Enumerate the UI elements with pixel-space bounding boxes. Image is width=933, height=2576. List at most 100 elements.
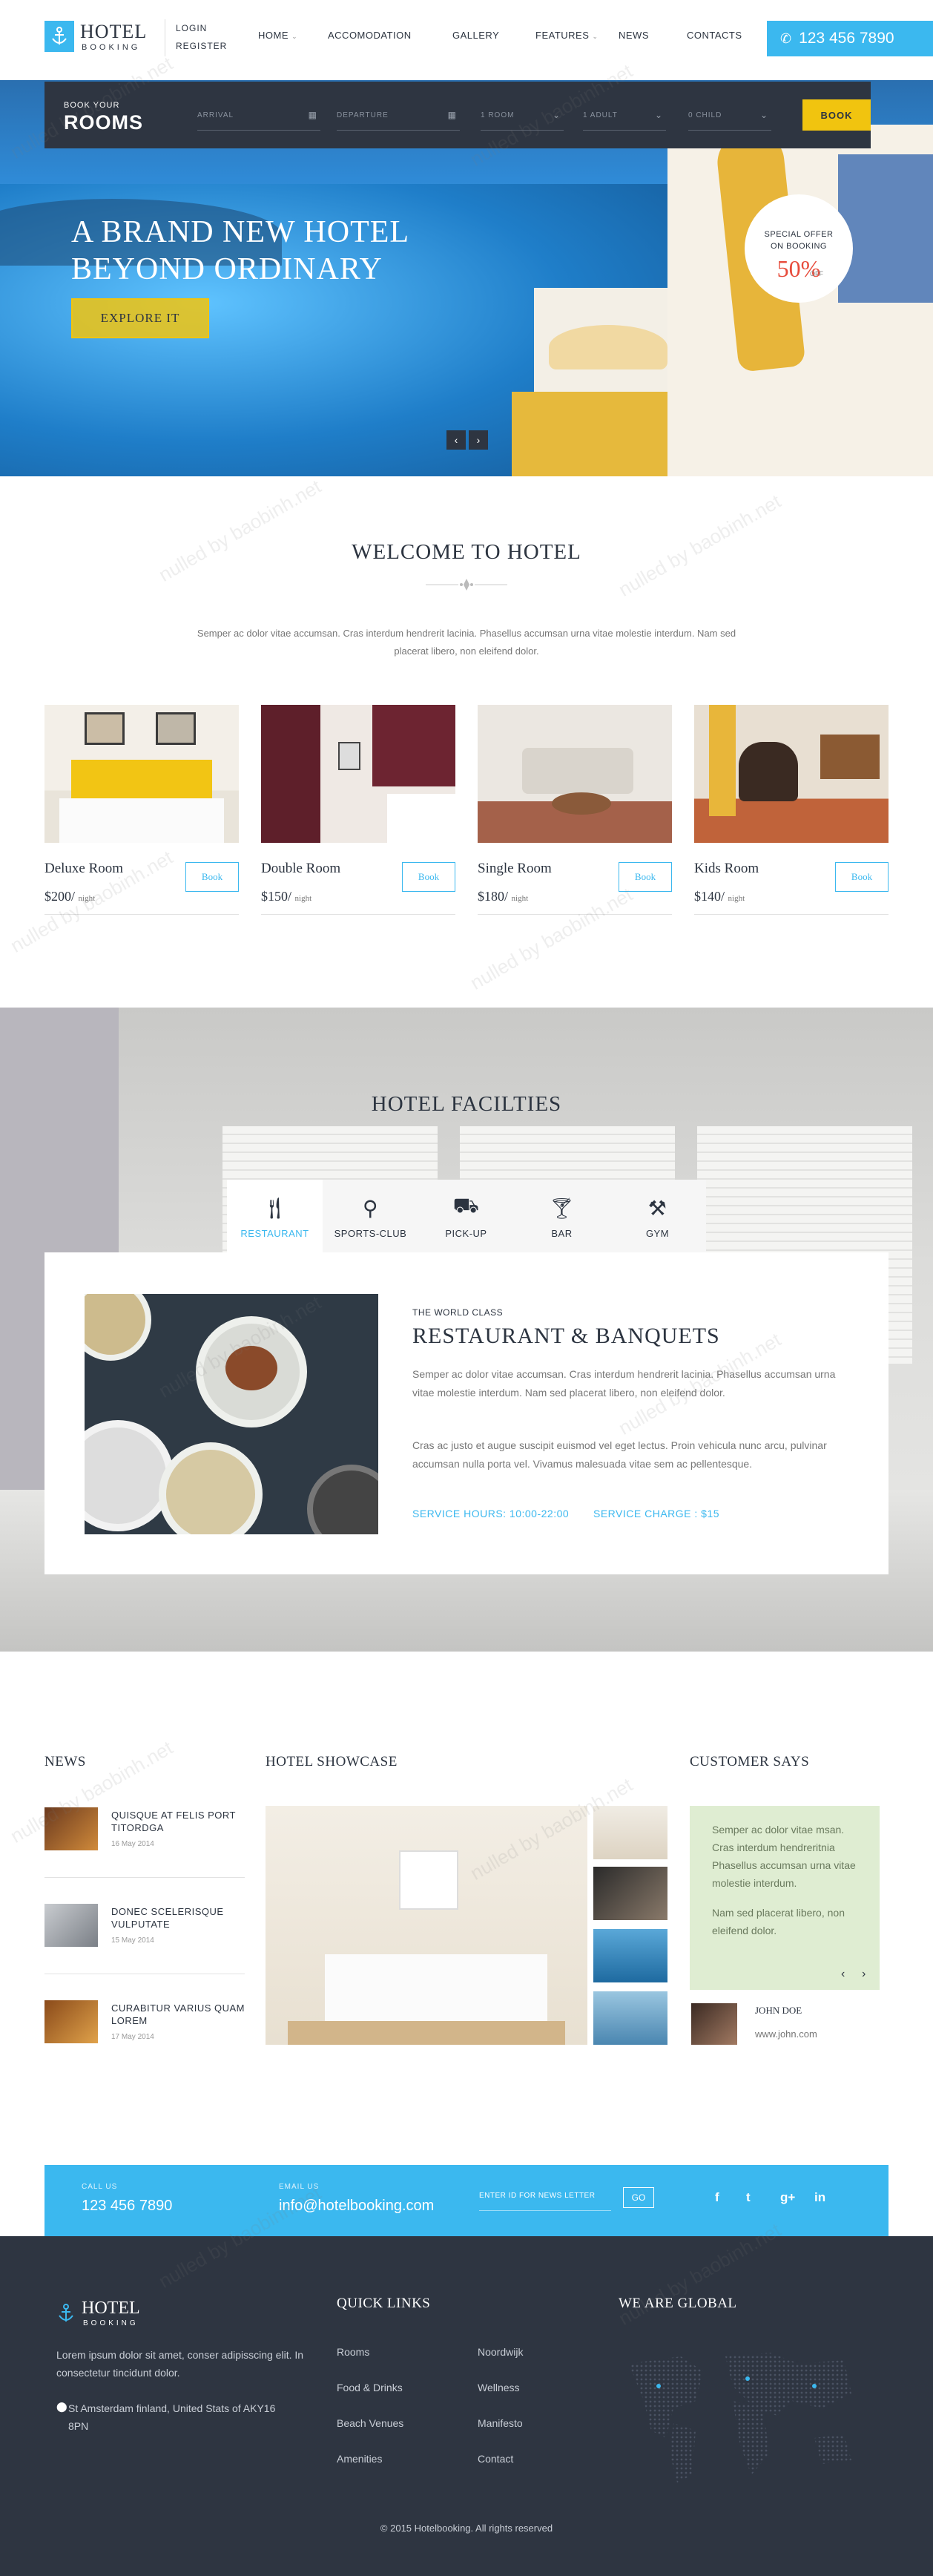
facility-paragraph: Semper ac dolor vitae accumsan. Cras int… <box>412 1368 836 1399</box>
book-room-button[interactable]: Book <box>402 862 455 892</box>
child-select[interactable]: 0 CHILD ⌄ <box>688 107 771 131</box>
nav-gallery[interactable]: GALLERY <box>452 30 535 41</box>
testimonial-prev-button[interactable]: ‹ <box>841 1968 845 1981</box>
newsletter-input[interactable]: ENTER ID FOR NEWS LETTER <box>479 2181 611 2211</box>
email-label: EMAIL US <box>279 2183 320 2191</box>
google-plus-icon[interactable]: g+ <box>780 2190 795 2205</box>
book-button[interactable]: BOOK <box>802 99 871 131</box>
testimonial-next-button[interactable]: › <box>862 1968 866 1981</box>
news-item-title: DONEC SCELERISQUE VULPUTATE <box>111 1906 224 1930</box>
call-value: 123 456 7890 <box>82 2198 173 2214</box>
nav-features[interactable]: FEATURES ⌄ <box>535 30 619 41</box>
room-price: $180/ night <box>478 889 528 904</box>
email-value[interactable]: info@hotelbooking.com <box>279 2198 434 2215</box>
showcase-main-image[interactable] <box>266 1806 587 2045</box>
footer-link[interactable]: Beach Venues <box>337 2417 403 2429</box>
news-item[interactable]: DONEC SCELERISQUE VULPUTATE 15 May 2014 <box>44 1904 245 1985</box>
phone-number: 123 456 7890 <box>799 30 894 47</box>
footer-link[interactable]: Wellness <box>478 2382 520 2393</box>
facebook-icon[interactable]: f <box>715 2190 719 2205</box>
login-link[interactable]: LOGIN <box>176 19 227 37</box>
showcase-title: HOTEL SHOWCASE <box>266 1754 398 1770</box>
adult-select[interactable]: 1 ADULT ⌄ <box>583 107 666 131</box>
room-price: $200/ night <box>44 889 95 904</box>
room-image[interactable] <box>261 705 455 843</box>
news-item[interactable]: CURABITUR VARIUS QUAM LOREM 17 May 2014 <box>44 2000 245 2082</box>
racket-icon: ⚲ <box>362 1197 378 1220</box>
divider <box>44 1877 245 1878</box>
room-card: Deluxe Room $200/ night Book <box>44 705 239 920</box>
booking-bar: BOOK YOUR ROOMS ARRIVAL ▦ DEPARTURE ▦ 1 RO… <box>44 82 871 148</box>
nav-home[interactable]: HOME ⌄ <box>258 30 328 41</box>
twitter-icon[interactable]: t <box>746 2190 751 2205</box>
tab-restaurant[interactable]: 🍴︎ RESTAURANT <box>227 1180 323 1252</box>
book-room-button[interactable]: Book <box>185 862 239 892</box>
footer-link[interactable]: Rooms <box>337 2346 369 2358</box>
testimonial-website[interactable]: www.john.com <box>755 2028 817 2040</box>
anchor-icon <box>59 2304 73 2322</box>
footer-address: St Amsterdam finland, United Stats of AK… <box>68 2402 276 2432</box>
footer-link[interactable]: Amenities <box>337 2453 382 2465</box>
anchor-icon <box>44 21 74 52</box>
room-price-unit: night <box>728 894 745 903</box>
global-title: WE ARE GLOBAL <box>619 2296 737 2311</box>
tab-sports-club[interactable]: ⚲ SPORTS-CLUB <box>323 1180 418 1252</box>
tab-gym[interactable]: ⚒ GYM <box>610 1180 705 1252</box>
tab-pick-up[interactable]: ⛟ PICK-UP <box>418 1180 514 1252</box>
room-image[interactable] <box>694 705 889 843</box>
news-item[interactable]: QUISQUE AT FELIS PORT TITORDGA 16 May 20… <box>44 1807 245 1889</box>
room-image[interactable] <box>44 705 239 843</box>
book-room-button[interactable]: Book <box>835 862 889 892</box>
facility-subtitle: THE WORLD CLASS <box>412 1307 504 1318</box>
tab-bar[interactable]: 🍸︎ BAR <box>514 1180 610 1252</box>
calendar-icon: ▦ <box>308 110 317 120</box>
explore-button[interactable]: EXPLORE IT <box>71 298 209 338</box>
showcase-thumbnail[interactable] <box>593 1929 667 1982</box>
car-icon: ⛟ <box>452 1194 480 1217</box>
nav-contacts[interactable]: CONTACTS <box>687 30 761 41</box>
logo-title: HOTEL <box>80 21 148 42</box>
book-room-button[interactable]: Book <box>619 862 672 892</box>
site-logo[interactable]: HOTEL BOOKING <box>44 21 163 56</box>
room-select[interactable]: 1 ROOM ⌄ <box>481 107 564 131</box>
logo-subtitle: BOOKING <box>82 43 141 52</box>
footer-link[interactable]: Manifesto <box>478 2417 523 2429</box>
showcase-thumbnail[interactable] <box>593 1867 667 1920</box>
linkedin-icon[interactable]: in <box>814 2190 825 2205</box>
slider-next-button[interactable]: › <box>469 430 488 450</box>
restaurant-image <box>85 1294 378 1534</box>
quick-links-title: QUICK LINKS <box>337 2296 431 2311</box>
testimonial-title: CUSTOMER SAYS <box>690 1754 810 1770</box>
footer-link[interactable]: Food & Drinks <box>337 2382 403 2393</box>
testimonial-card: Semper ac dolor vitae msan. Cras interdu… <box>690 1806 880 1990</box>
footer-link[interactable]: Contact <box>478 2453 513 2465</box>
slider-prev-button[interactable]: ‹ <box>446 430 466 450</box>
call-label: CALL US <box>82 2183 118 2191</box>
hero-parasol <box>549 325 667 369</box>
nav-accomodation[interactable]: ACCOMODATION <box>328 30 452 41</box>
chevron-down-icon: ⌄ <box>759 110 768 120</box>
footer-link[interactable]: Noordwijk <box>478 2346 523 2358</box>
phone-button[interactable]: ✆ 123 456 7890 <box>767 21 933 56</box>
world-map-icon <box>629 2353 851 2483</box>
arrival-field[interactable]: ARRIVAL ▦ <box>197 107 320 131</box>
showcase-thumbnail[interactable] <box>593 1991 667 2045</box>
nav-news[interactable]: NEWS <box>619 30 687 41</box>
newsletter-go-button[interactable]: GO <box>623 2187 654 2208</box>
facility-heading: RESTAURANT & BANQUETS <box>412 1324 720 1348</box>
offer-suffix: OFF <box>810 270 823 277</box>
divider <box>694 914 889 915</box>
room-price-value: $180/ <box>478 889 509 904</box>
room-price-unit: night <box>78 894 96 903</box>
testimonial-text: Semper ac dolor vitae msan. Cras interdu… <box>712 1824 856 1889</box>
phone-icon: ✆ <box>780 30 792 46</box>
room-image[interactable] <box>478 705 672 843</box>
news-item-date: 17 May 2014 <box>111 2033 154 2041</box>
chevron-down-icon: ⌄ <box>552 110 561 120</box>
register-link[interactable]: REGISTER <box>176 37 227 55</box>
departure-field[interactable]: DEPARTURE ▦ <box>337 107 460 131</box>
cutlery-icon: 🍴︎ <box>261 1197 289 1220</box>
showcase-thumbnail[interactable] <box>593 1806 667 1859</box>
room-price-value: $150/ <box>261 889 292 904</box>
chevron-down-icon: ⌄ <box>291 33 298 40</box>
